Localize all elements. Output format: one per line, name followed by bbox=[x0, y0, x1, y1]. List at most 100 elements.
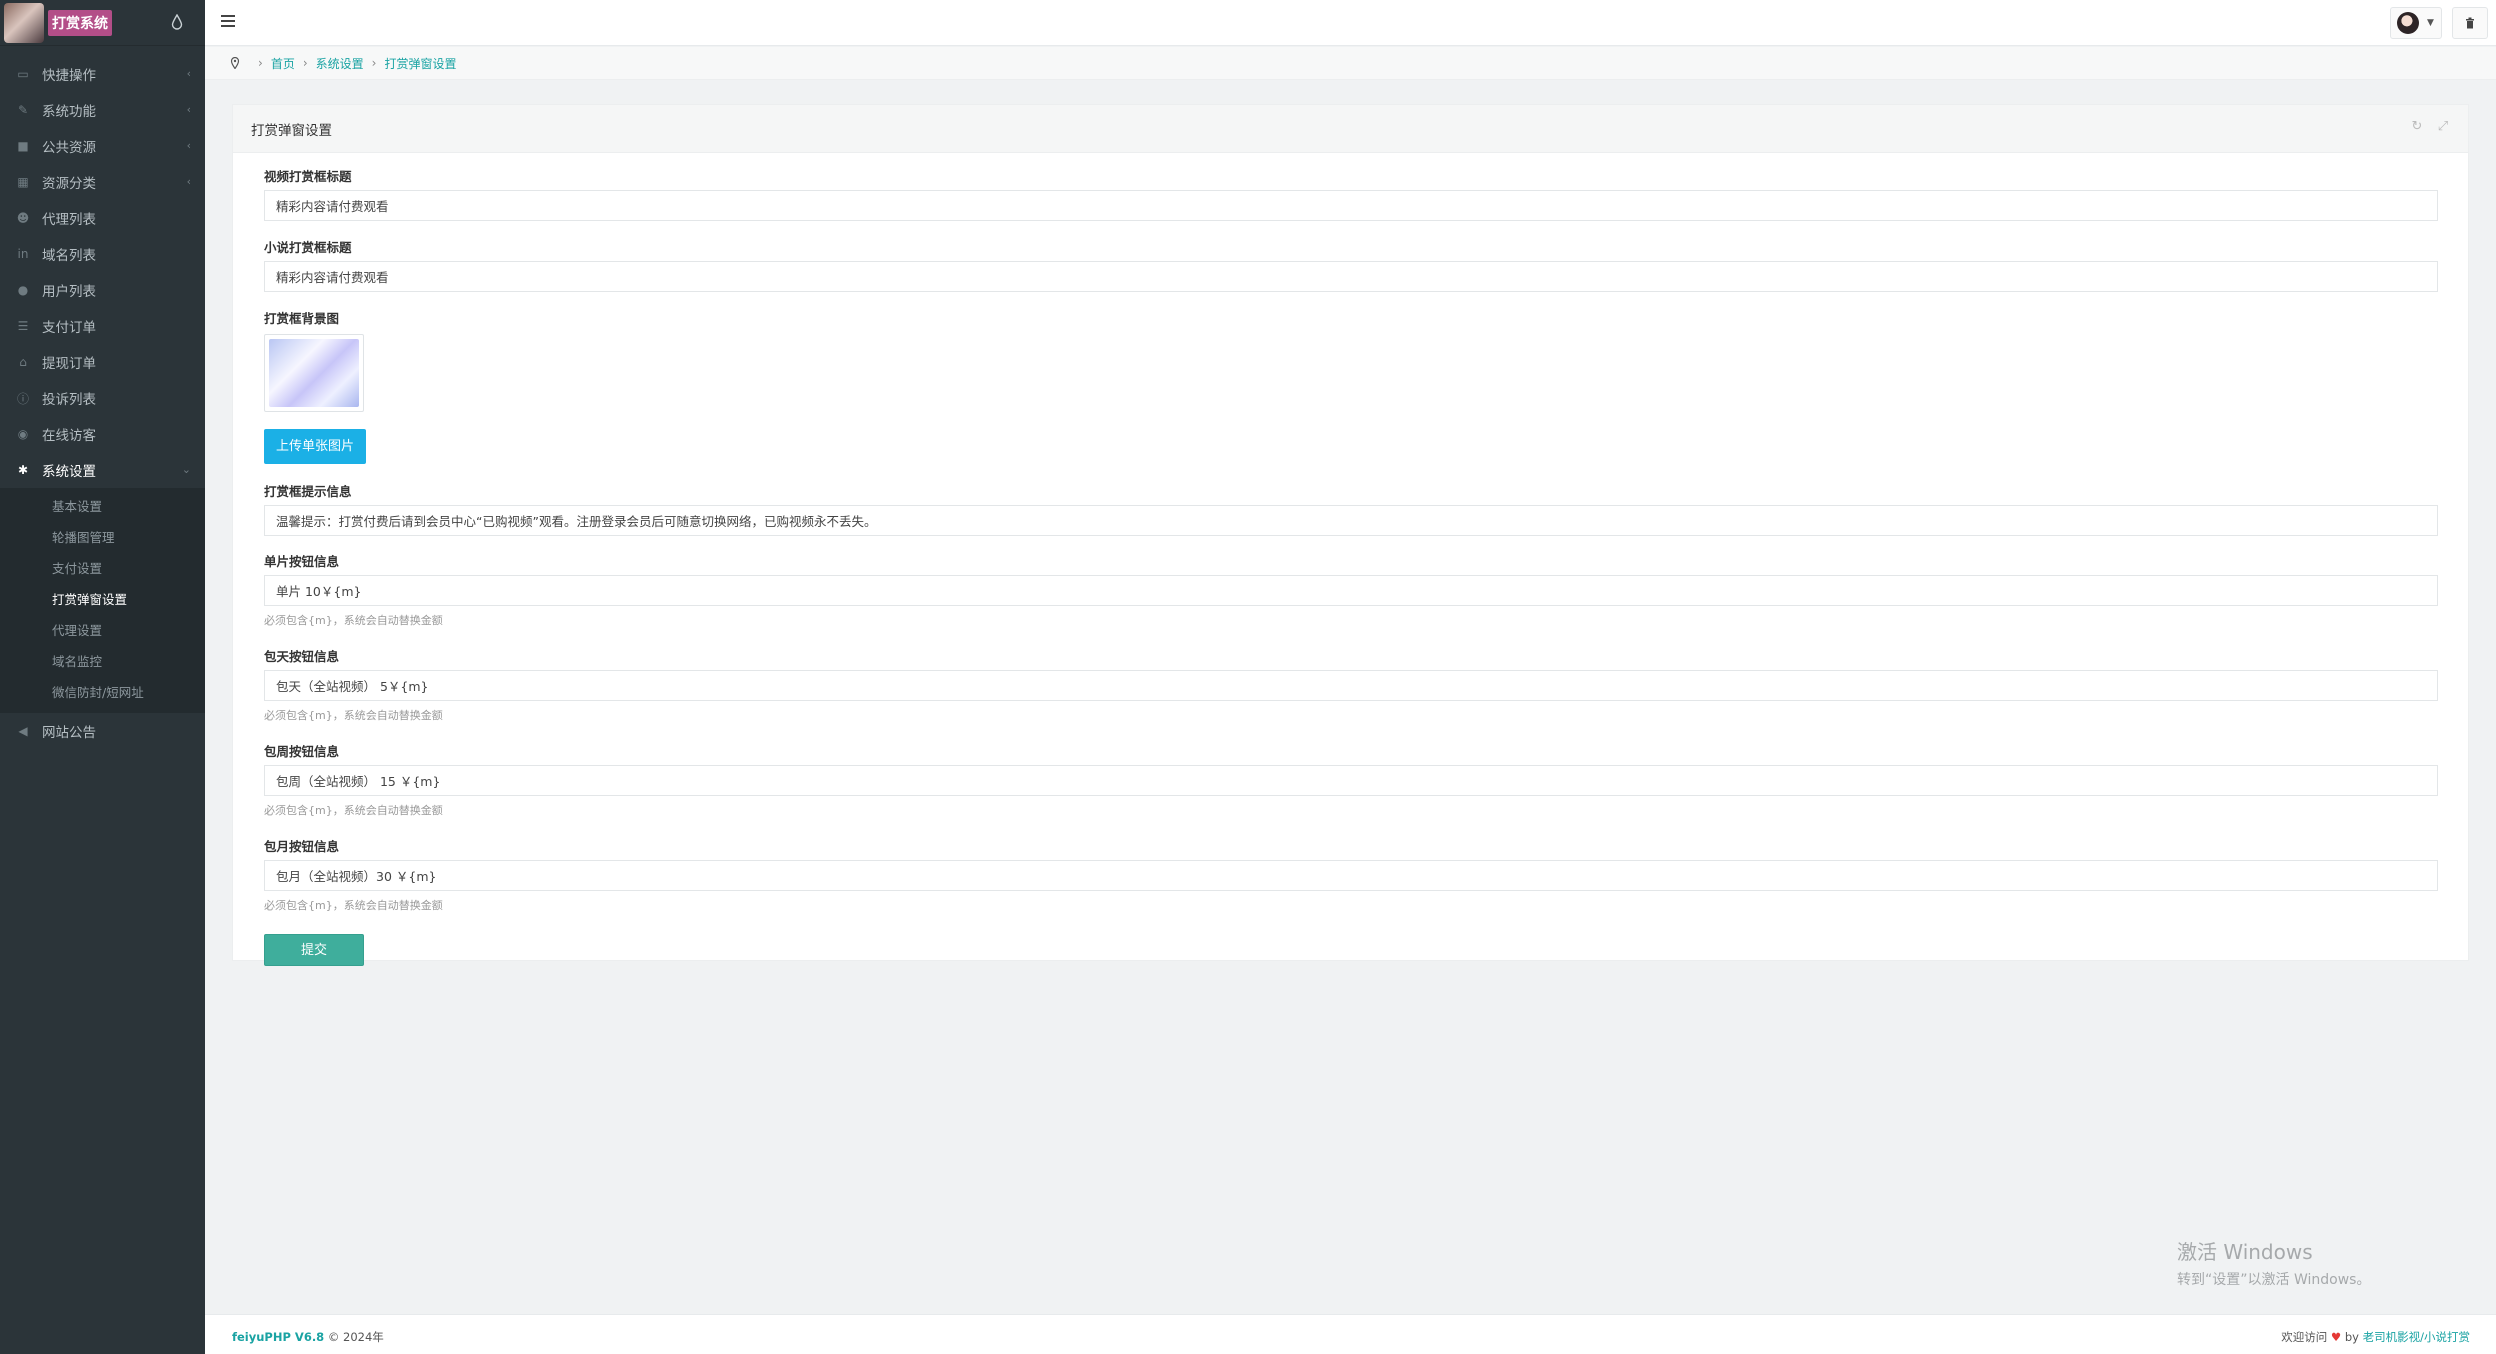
sidebar-item-system-functions[interactable]: ✎ 系统功能 ‹ bbox=[0, 92, 205, 128]
sidebar-subitem-domain-monitor[interactable]: 域名监控 bbox=[0, 645, 205, 676]
help-text: 必须包含{m}，系统会自动替换金额 bbox=[264, 899, 443, 912]
sidebar-subitem-reward-popup[interactable]: 打赏弹窗设置 bbox=[0, 583, 205, 614]
sidebar-item-label: 网站公告 bbox=[42, 725, 96, 741]
chevron-left-icon: ‹ bbox=[186, 103, 191, 116]
single-button-input[interactable]: 单片 10￥{m} bbox=[264, 575, 2438, 606]
sidebar-item-domains[interactable]: in 域名列表 bbox=[0, 236, 205, 272]
sidebar-subitem-payment[interactable]: 支付设置 bbox=[0, 552, 205, 583]
sidebar-menu: ▭ 快捷操作 ‹ ✎ 系统功能 ‹ ■ 公共资源 ‹ ▦ 资源分类 ‹ ☻ 代理… bbox=[0, 56, 205, 749]
footer-by: by bbox=[2344, 1330, 2359, 1344]
fullscreen-icon[interactable]: ⤢ bbox=[2436, 120, 2450, 134]
sidebar-item-label: 公共资源 bbox=[42, 140, 96, 156]
breadcrumb-settings[interactable]: 系统设置 bbox=[316, 55, 364, 72]
settings-submenu: 基本设置 轮播图管理 支付设置 打赏弹窗设置 代理设置 域名监控 微信防封/短网… bbox=[0, 488, 205, 713]
sidebar: 打赏系统 ▭ 快捷操作 ‹ ✎ 系统功能 ‹ ■ 公共资源 ‹ ▦ 资源分类 ‹… bbox=[0, 0, 205, 1354]
brand-name: 打赏系统 bbox=[48, 9, 112, 36]
sidebar-subitem-carousel[interactable]: 轮播图管理 bbox=[0, 521, 205, 552]
breadcrumb-current[interactable]: 打赏弹窗设置 bbox=[384, 55, 456, 72]
heart-icon: ♥ bbox=[2330, 1330, 2342, 1344]
footer-year: © 2024年 bbox=[327, 1330, 384, 1344]
sidebar-item-online-visitors[interactable]: ◉ 在线访客 bbox=[0, 416, 205, 452]
breadcrumb-separator: › bbox=[371, 56, 377, 70]
menu-toggle-icon[interactable] bbox=[221, 15, 235, 27]
breadcrumb: › 首页 › 系统设置 › 打赏弹窗设置 bbox=[205, 47, 2496, 80]
sidebar-item-label: 域名列表 bbox=[42, 248, 96, 264]
gear-icon: ✱ bbox=[17, 463, 29, 477]
month-button-label: 包月按钮信息 bbox=[264, 839, 340, 854]
water-drop-icon[interactable] bbox=[171, 14, 183, 30]
breadcrumb-home[interactable]: 首页 bbox=[271, 55, 295, 72]
brand[interactable]: 打赏系统 bbox=[0, 0, 205, 46]
sidebar-subitem-agent[interactable]: 代理设置 bbox=[0, 614, 205, 645]
folder-icon: ▭ bbox=[17, 67, 29, 81]
submit-button[interactable]: 提交 bbox=[264, 934, 364, 966]
breadcrumb-separator: › bbox=[302, 56, 308, 70]
month-button-input[interactable]: 包月（全站视频）30 ￥{m} bbox=[264, 860, 2438, 891]
watermark-line2: 转到“设置”以激活 Windows。 bbox=[2177, 1272, 2371, 1288]
users-icon: ☻ bbox=[16, 211, 30, 225]
sidebar-item-system-settings[interactable]: ✱ 系统设置 ⌄ bbox=[0, 452, 205, 488]
sidebar-item-withdraw-orders[interactable]: ⌂ 提现订单 bbox=[0, 344, 205, 380]
sidebar-item-label: 用户列表 bbox=[42, 284, 96, 300]
linkedin-icon: in bbox=[17, 247, 29, 261]
footer-link[interactable]: 老司机影视/小说打赏 bbox=[2363, 1330, 2470, 1344]
help-text: 必须包含{m}，系统会自动替换金额 bbox=[264, 614, 443, 627]
video-title-input[interactable]: 精彩内容请付费观看 bbox=[264, 190, 2438, 221]
novel-title-label: 小说打赏框标题 bbox=[264, 240, 352, 255]
sidebar-item-complaints[interactable]: ⓘ 投诉列表 bbox=[0, 380, 205, 416]
upload-image-button[interactable]: 上传单张图片 bbox=[264, 429, 366, 464]
tip-label: 打赏框提示信息 bbox=[264, 484, 352, 499]
day-button-label: 包天按钮信息 bbox=[264, 649, 340, 664]
tip-input[interactable]: 温馨提示：打赏付费后请到会员中心“已购视频”观看。注册登录会员后可随意切换网络，… bbox=[264, 505, 2438, 536]
trash-icon bbox=[2466, 17, 2474, 29]
user-icon: ● bbox=[17, 283, 29, 297]
footer-credits: 欢迎访问 ♥ by 老司机影视/小说打赏 bbox=[2281, 1329, 2470, 1345]
clear-cache-button[interactable] bbox=[2452, 7, 2488, 39]
settings-form: 视频打赏框标题 精彩内容请付费观看 小说打赏框标题 精彩内容请付费观看 打赏框背… bbox=[233, 170, 2468, 966]
sidebar-item-label: 提现订单 bbox=[42, 356, 96, 372]
sidebar-item-label: 系统功能 bbox=[42, 104, 96, 120]
sidebar-item-label: 投诉列表 bbox=[42, 392, 96, 408]
user-menu-button[interactable]: ▼ bbox=[2390, 7, 2442, 39]
help-text: 必须包含{m}，系统会自动替换金额 bbox=[264, 804, 443, 817]
sidebar-subitem-wechat-shorturl[interactable]: 微信防封/短网址 bbox=[0, 676, 205, 707]
sidebar-item-users[interactable]: ● 用户列表 bbox=[0, 272, 205, 308]
video-icon: ■ bbox=[17, 139, 29, 153]
novel-title-input[interactable]: 精彩内容请付费观看 bbox=[264, 261, 2438, 292]
sidebar-item-agents[interactable]: ☻ 代理列表 bbox=[0, 200, 205, 236]
sidebar-item-resource-categories[interactable]: ▦ 资源分类 ‹ bbox=[0, 164, 205, 200]
sidebar-subitem-basic[interactable]: 基本设置 bbox=[0, 490, 205, 521]
grid-icon: ▦ bbox=[17, 175, 29, 189]
sidebar-item-public-resources[interactable]: ■ 公共资源 ‹ bbox=[0, 128, 205, 164]
chevron-left-icon: ‹ bbox=[186, 67, 191, 80]
bullhorn-icon: ◀ bbox=[18, 724, 28, 738]
single-button-label: 单片按钮信息 bbox=[264, 554, 340, 569]
avatar bbox=[2397, 12, 2419, 34]
background-image-preview[interactable] bbox=[264, 334, 364, 412]
chevron-left-icon: ‹ bbox=[186, 139, 191, 152]
logo bbox=[4, 2, 44, 43]
sidebar-item-label: 资源分类 bbox=[42, 176, 96, 192]
breadcrumb-separator: › bbox=[258, 56, 263, 70]
sidebar-item-label: 系统设置 bbox=[42, 464, 96, 480]
settings-panel: 打赏弹窗设置 ↻ ⤢ 视频打赏框标题 精彩内容请付费观看 小说打赏框标题 精彩内… bbox=[232, 104, 2469, 966]
refresh-icon[interactable]: ↻ bbox=[2410, 120, 2424, 134]
video-title-label: 视频打赏框标题 bbox=[264, 169, 352, 184]
sidebar-item-payment-orders[interactable]: ☰ 支付订单 bbox=[0, 308, 205, 344]
footer-copyright: feiyuPHP V6.8 © 2024年 bbox=[232, 1329, 384, 1345]
chevron-down-icon: ⌄ bbox=[181, 463, 191, 476]
wrench-icon: ✎ bbox=[17, 103, 29, 117]
bank-icon: ⌂ bbox=[19, 355, 27, 369]
footer: feiyuPHP V6.8 © 2024年 欢迎访问 ♥ by 老司机影视/小说… bbox=[205, 1314, 2496, 1354]
caret-down-icon: ▼ bbox=[2427, 18, 2434, 28]
sidebar-item-quick[interactable]: ▭ 快捷操作 ‹ bbox=[0, 56, 205, 92]
list-icon: ☰ bbox=[17, 319, 29, 333]
info-icon: ⓘ bbox=[16, 391, 29, 406]
week-button-input[interactable]: 包周（全站视频） 15 ￥{m} bbox=[264, 765, 2438, 796]
week-button-label: 包周按钮信息 bbox=[264, 744, 340, 759]
panel-header: 打赏弹窗设置 ↻ ⤢ bbox=[233, 105, 2468, 153]
chevron-left-icon: ‹ bbox=[186, 175, 191, 188]
sidebar-item-announcements[interactable]: ◀ 网站公告 bbox=[0, 713, 205, 749]
day-button-input[interactable]: 包天（全站视频） 5￥{m} bbox=[264, 670, 2438, 701]
topbar: ▼ bbox=[205, 0, 2496, 46]
